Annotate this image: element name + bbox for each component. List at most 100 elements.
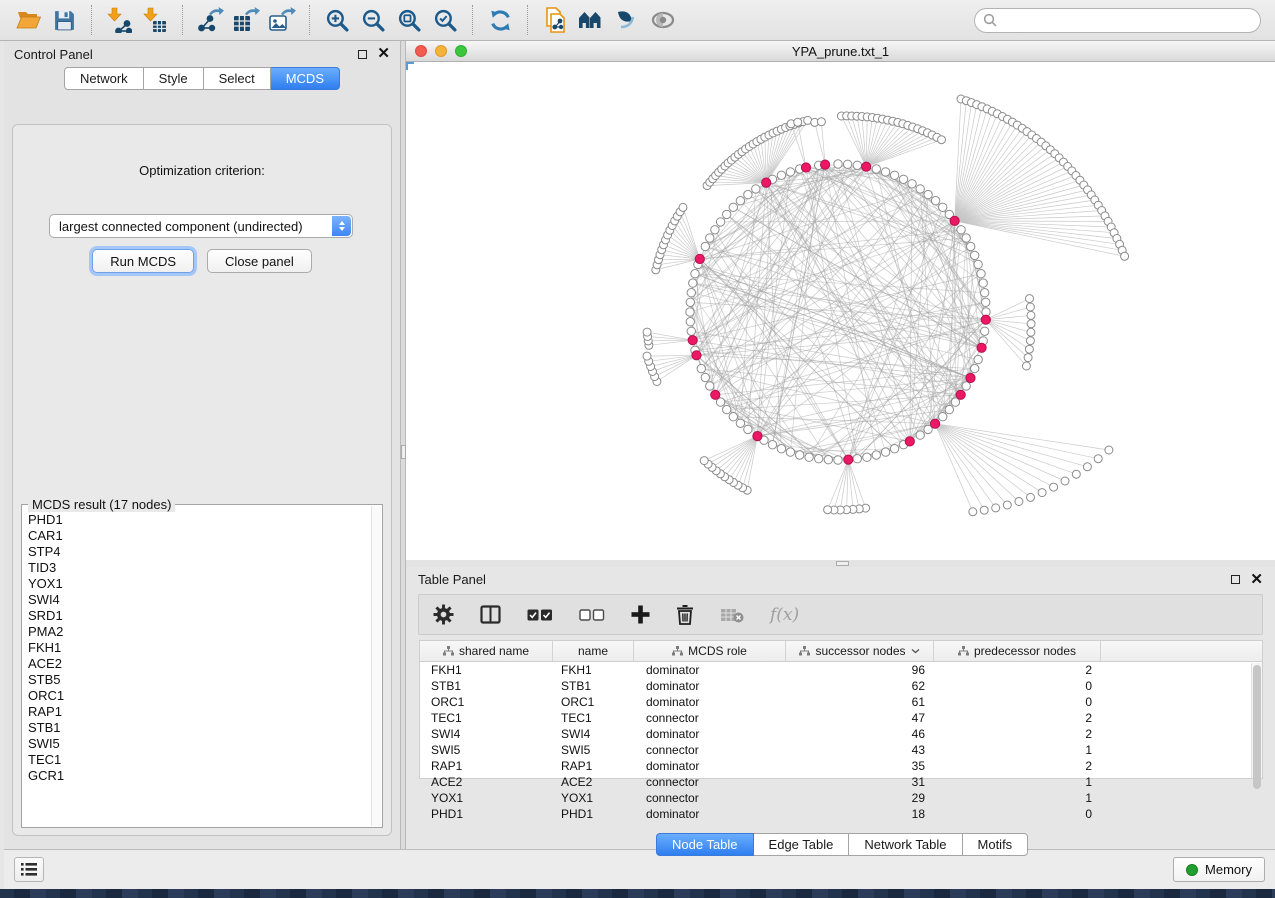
mcds-result-item[interactable]: CAR1: [28, 528, 371, 544]
table-row-RAP1[interactable]: RAP1RAP1dominator352: [420, 758, 1262, 774]
table-row-STB1[interactable]: STB1STB1dominator620: [420, 678, 1262, 694]
mcds-result-item[interactable]: STB1: [28, 720, 371, 736]
zoom-out-icon[interactable]: [355, 3, 391, 37]
zoom-fit-icon[interactable]: [391, 3, 427, 37]
close-panel-button[interactable]: Close panel: [207, 249, 312, 273]
visual-properties-icon[interactable]: [609, 3, 645, 37]
import-table-icon[interactable]: [137, 3, 173, 37]
network-canvas[interactable]: [406, 62, 1275, 560]
float-table-panel-icon[interactable]: [1231, 575, 1240, 584]
export-network-icon[interactable]: [192, 3, 228, 37]
zoom-in-icon[interactable]: [319, 3, 355, 37]
mcds-result-item[interactable]: STB5: [28, 672, 371, 688]
mcds-result-item[interactable]: ORC1: [28, 688, 371, 704]
close-table-panel-icon[interactable]: ✕: [1250, 575, 1263, 585]
select-all-checkboxes-icon[interactable]: [527, 609, 553, 621]
criterion-value: largest connected component (undirected): [59, 219, 303, 234]
mcds-result-item[interactable]: TEC1: [28, 752, 371, 768]
table-header-row: shared namenameMCDS rolesuccessor nodesp…: [420, 641, 1262, 662]
cell: RAP1: [553, 758, 634, 774]
show-details-eye-icon[interactable]: [645, 3, 681, 37]
cell: 1: [934, 790, 1101, 806]
table-row-SWI5[interactable]: SWI5SWI5connector431: [420, 742, 1262, 758]
cell: SWI5: [420, 742, 553, 758]
screen: Control Panel ✕ NetworkStyleSelectMCDS O…: [0, 0, 1275, 898]
column-tree-icon: [958, 646, 969, 656]
search-input[interactable]: [997, 13, 1252, 27]
deselect-all-checkboxes-icon[interactable]: [579, 609, 605, 621]
mcds-result-item[interactable]: YOX1: [28, 576, 371, 592]
horizontal-splitter[interactable]: [406, 560, 1275, 567]
splitter-grip[interactable]: [836, 561, 849, 566]
search-box[interactable]: [974, 8, 1261, 33]
table-row-FKH1[interactable]: FKH1FKH1dominator962: [420, 662, 1262, 678]
scrollbar-thumb[interactable]: [1253, 665, 1261, 789]
table-row-ORC1[interactable]: ORC1ORC1dominator610: [420, 694, 1262, 710]
tab-mcds[interactable]: MCDS: [271, 67, 340, 90]
mcds-result-item[interactable]: SWI4: [28, 592, 371, 608]
run-mcds-button[interactable]: Run MCDS: [92, 249, 194, 273]
cell: connector: [634, 742, 786, 758]
mcds-result-item[interactable]: SWI5: [28, 736, 371, 752]
export-image-icon[interactable]: [264, 3, 300, 37]
memory-button[interactable]: Memory: [1173, 857, 1265, 882]
zoom-selected-icon[interactable]: [427, 3, 463, 37]
export-table-icon[interactable]: [228, 3, 264, 37]
task-history-button[interactable]: [14, 857, 44, 882]
mcds-result-item[interactable]: FKH1: [28, 640, 371, 656]
table-row-TEC1[interactable]: TEC1TEC1connector472: [420, 710, 1262, 726]
criterion-dropdown[interactable]: largest connected component (undirected): [49, 214, 353, 238]
table-row-YOX1[interactable]: YOX1YOX1connector291: [420, 790, 1262, 806]
mcds-result-item[interactable]: RAP1: [28, 704, 371, 720]
mcds-list-scrollbar[interactable]: [371, 506, 381, 826]
mcds-result-item[interactable]: PHD1: [28, 512, 371, 528]
delete-table-icon-disabled: [720, 607, 744, 623]
column-header-MCDS-role[interactable]: MCDS role: [634, 641, 786, 661]
table-row-ACE2[interactable]: ACE2ACE2connector311: [420, 774, 1262, 790]
mcds-result-item[interactable]: PMA2: [28, 624, 371, 640]
tab-select[interactable]: Select: [204, 67, 271, 90]
birds-eye-icon[interactable]: [573, 3, 609, 37]
delete-trash-icon[interactable]: [676, 604, 694, 625]
table-panel: Table Panel ✕: [406, 567, 1275, 849]
mcds-result-item[interactable]: TID3: [28, 560, 371, 576]
refresh-icon[interactable]: [482, 3, 518, 37]
column-tree-icon: [443, 646, 454, 656]
mcds-result-item[interactable]: ACE2: [28, 656, 371, 672]
tab-edge-table[interactable]: Edge Table: [754, 833, 850, 856]
tab-motifs[interactable]: Motifs: [963, 833, 1029, 856]
add-column-plus-icon[interactable]: [631, 605, 650, 624]
tab-node-table[interactable]: Node Table: [656, 833, 754, 856]
show-columns-icon[interactable]: [480, 605, 501, 624]
table-row-SWI4[interactable]: SWI4SWI4dominator462: [420, 726, 1262, 742]
mcds-result-item[interactable]: SRD1: [28, 608, 371, 624]
cell: RAP1: [420, 758, 553, 774]
cell: 0: [934, 806, 1101, 822]
open-file-icon[interactable]: [10, 3, 46, 37]
close-panel-icon[interactable]: ✕: [377, 49, 390, 59]
table-settings-gear-icon[interactable]: [433, 604, 454, 625]
cell: dominator: [634, 726, 786, 742]
tab-network[interactable]: Network: [64, 67, 144, 90]
column-header-name[interactable]: name: [553, 641, 634, 661]
column-header-predecessor-nodes[interactable]: predecessor nodes: [934, 641, 1101, 661]
mcds-result-item[interactable]: GCR1: [28, 768, 371, 784]
cell: 46: [786, 726, 934, 742]
table-scrollbar[interactable]: [1251, 663, 1262, 778]
network-graph[interactable]: [406, 62, 1275, 560]
network-view-panel: YPA_prune.txt_1: [406, 41, 1275, 560]
mcds-result-item[interactable]: STP4: [28, 544, 371, 560]
cell: 2: [934, 726, 1101, 742]
tab-style[interactable]: Style: [144, 67, 204, 90]
save-session-icon[interactable]: [46, 3, 82, 37]
desktop-wallpaper: [0, 889, 1275, 898]
float-panel-icon[interactable]: [358, 50, 367, 59]
tab-network-table[interactable]: Network Table: [849, 833, 962, 856]
import-network-icon[interactable]: [101, 3, 137, 37]
column-header-shared-name[interactable]: shared name: [420, 641, 553, 661]
cell: 35: [786, 758, 934, 774]
column-header-successor-nodes[interactable]: successor nodes: [786, 641, 934, 661]
table-row-PHD1[interactable]: PHD1PHD1dominator180: [420, 806, 1262, 822]
cell: PHD1: [420, 806, 553, 822]
clone-network-icon[interactable]: [537, 3, 573, 37]
